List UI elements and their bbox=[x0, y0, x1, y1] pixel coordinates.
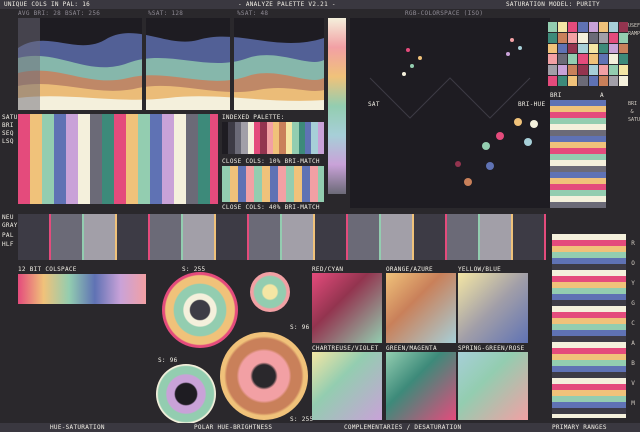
palette-analyzer-window: UNIQUE COLS IN PAL: 16 - ANALYZE PALETTE… bbox=[0, 0, 640, 432]
comp-yellow-blue-label: YELLOW/BLUE bbox=[458, 266, 502, 273]
ramp-letter-c: C bbox=[631, 320, 635, 327]
close-cols-10 bbox=[222, 166, 324, 202]
bri-label: BRI bbox=[2, 122, 14, 129]
bri-saturation-label: BRI & SATURATION bbox=[628, 101, 640, 123]
comp-orange-azure-label: ORANGE/AZURE bbox=[386, 266, 433, 273]
comp-yellow-blue bbox=[458, 273, 528, 343]
comp-orange-azure bbox=[386, 273, 456, 343]
footer-comp: COMPLEMENTARIES / DESATURATION bbox=[344, 424, 462, 431]
bri-ramp-bars bbox=[550, 100, 606, 208]
footer-primary: PRIMARY RANGES bbox=[552, 424, 607, 431]
sat-48-label: %SAT: 48 bbox=[237, 10, 269, 17]
polar-wheel-3 bbox=[156, 364, 216, 424]
indexed-palette-label: INDEXED PALETTE: bbox=[222, 114, 285, 121]
ramp-letter-m: M bbox=[631, 400, 635, 407]
palette-band bbox=[18, 214, 546, 260]
comp-spring-rose bbox=[458, 352, 528, 420]
comp-chartreuse-violet-label: CHARTREUSE/VIOLET bbox=[312, 345, 379, 352]
ramp-letter-r: R bbox=[631, 240, 635, 247]
comp-chartreuse-violet bbox=[312, 352, 382, 420]
comp-red-cyan bbox=[312, 273, 382, 343]
footer-polar: POLAR HUE-BRIGHTNESS bbox=[194, 424, 273, 431]
a-side-label: A bbox=[600, 92, 604, 99]
colspace-strip bbox=[18, 274, 146, 304]
polar-wheel-4 bbox=[220, 332, 308, 420]
palette-ramp-strip bbox=[328, 18, 346, 194]
avg-bri-label: AVG BRI: 28 BSAT: 256 bbox=[18, 10, 101, 17]
polar-s96-left: S: 96 bbox=[158, 357, 178, 364]
ramp-letter-v: V bbox=[631, 380, 635, 387]
rgb-colorspace-label: RGB-COLORSPACE (ISO) bbox=[405, 10, 484, 17]
comp-red-cyan-label: RED/CYAN bbox=[312, 266, 344, 273]
sat-axis-label: SAT bbox=[368, 101, 380, 108]
bri-hue-label: BRI-HUE bbox=[518, 101, 546, 108]
colspace-label: 12 BIT COLSPACE bbox=[18, 266, 77, 273]
ramp-letter-y: Y bbox=[631, 280, 635, 287]
hlf-label: HLF bbox=[2, 241, 14, 248]
saturation-model-label: SATURATION MODEL: PURITY bbox=[506, 1, 600, 8]
neu-label: NEU bbox=[2, 214, 14, 221]
ramp-letter-o: O bbox=[631, 260, 635, 267]
app-title: - ANALYZE PALETTE V2.21 - bbox=[238, 1, 336, 8]
footer-hue-sat: HUE-SATURATION bbox=[50, 424, 105, 431]
palette-grid bbox=[548, 22, 628, 86]
gray-label: GRAY bbox=[2, 222, 18, 229]
ramp-letters: R O Y G C A B V M bbox=[629, 234, 637, 414]
close-cols-10-label: CLOSE COLS: 10% BRI-MATCH bbox=[222, 158, 320, 165]
ramp-letter-g: G bbox=[631, 300, 635, 307]
indexed-palette bbox=[222, 122, 324, 154]
bri-side-label: BRI bbox=[550, 92, 562, 99]
ramp-letter-b: B bbox=[631, 360, 635, 367]
comp-spring-rose-label: SPRING-GREEN/ROSE bbox=[458, 345, 525, 352]
pal-label: PAL bbox=[2, 232, 14, 239]
brightness-wave-chart bbox=[18, 18, 324, 110]
rgb-colorspace-plot bbox=[350, 18, 550, 208]
polar-s96-right: S: 96 bbox=[290, 324, 310, 331]
satu-label: SATU bbox=[2, 114, 18, 121]
lsq-label: LSQ bbox=[2, 138, 14, 145]
polar-s255-bottom: S: 255 bbox=[290, 416, 314, 423]
useful-ramps-label: USEFUL RAMPS bbox=[628, 23, 640, 37]
comp-green-magenta-label: GREEN/MAGENTA bbox=[386, 345, 437, 352]
sequence-bars bbox=[18, 114, 218, 204]
ramp-letter-a: A bbox=[631, 340, 635, 347]
polar-wheel-1 bbox=[162, 272, 238, 348]
sat-128-label: %SAT: 128 bbox=[148, 10, 184, 17]
close-cols-40-label: CLOSE COLS: 40% BRI-MATCH bbox=[222, 204, 320, 211]
unique-cols-label: UNIQUE COLS IN PAL: 16 bbox=[4, 1, 91, 8]
primary-ranges bbox=[552, 234, 626, 418]
polar-wheel-2 bbox=[250, 272, 290, 312]
seq-label: SEQ bbox=[2, 130, 14, 137]
comp-green-magenta bbox=[386, 352, 456, 420]
